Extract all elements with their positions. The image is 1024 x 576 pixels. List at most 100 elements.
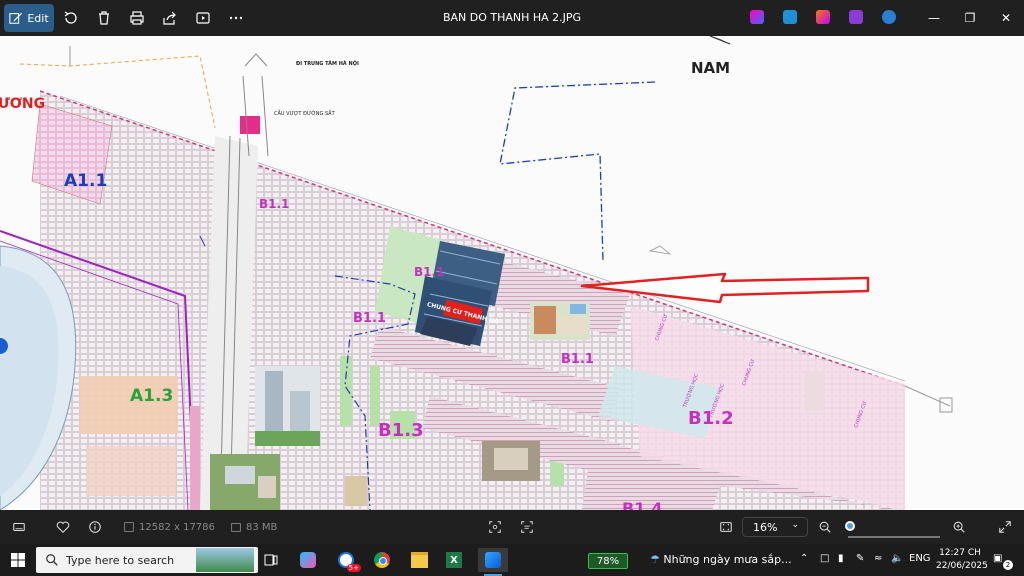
taskbar-chrome[interactable] [369,548,395,572]
taskbar-file-explorer[interactable] [406,548,432,572]
taskbar-zalo[interactable]: 5+ [333,548,361,572]
image-canvas[interactable]: CHUNG CƯ THANH HÀ A1.1 A1.3 B1.1 B1.1 B1… [0,36,1024,510]
clock-time: 12:27 CH [939,548,981,558]
expand-icon [999,521,1011,533]
photos-icon [485,552,501,568]
edit-icon [9,12,23,24]
zone-label-a13: A1.3 [130,386,173,406]
info-icon [89,521,101,533]
slideshow-button[interactable] [189,4,217,32]
image-dimensions: 12582 x 17786 [139,521,215,533]
weather-text: Những ngày mưa sắp... [663,553,792,566]
more-button[interactable] [222,4,250,32]
search-icon [46,554,58,566]
zone-label-b11-d: B1.1 [561,352,594,367]
notification-center-icon[interactable]: ▣ [993,553,1002,564]
close-button[interactable]: ✕ [996,8,1016,28]
scan-icon [489,521,501,533]
dimensions-icon [122,518,136,536]
printer-icon [130,11,144,25]
crop-button[interactable] [488,518,502,536]
filesize-icon [229,518,243,536]
zone-label-b13: B1.3 [378,420,424,441]
wifi-icon[interactable]: ≈ [874,553,882,564]
delete-button[interactable] [90,4,118,32]
fit-icon [720,522,732,532]
zone-label-a11: A1.1 [64,171,107,191]
zone-label-b11-c: B1.1 [353,311,386,326]
meet-now-icon[interactable]: □ [820,553,829,564]
direction-note: ĐI TRUNG TÂM HÀ NỘI [296,60,359,67]
rotate-button[interactable] [57,4,85,32]
compass-label: NAM [691,59,730,77]
heart-icon [56,521,70,533]
taskbar-search-input[interactable]: Type here to search [36,547,258,573]
favorite-button[interactable] [56,518,70,536]
left-edge-label: ƯƠNG [0,96,45,112]
fullscreen-button[interactable] [998,518,1012,536]
overpass-note: CẦU VƯỢT ĐƯỜNG SẮT [274,109,336,117]
maximize-button[interactable]: ❐ [960,8,980,28]
zoom-slider-thumb[interactable] [845,521,855,531]
play-icon [196,12,210,24]
zoom-level-dropdown[interactable]: 16% ⌄ [742,517,808,537]
zoom-slider-track[interactable] [848,536,940,538]
zoom-out-button[interactable] [818,518,832,536]
tower-render-2 [255,366,320,446]
pen-icon[interactable]: ✎ [856,553,864,564]
text-scan-icon [521,521,533,533]
edit-button[interactable]: Edit [4,4,54,32]
task-view-button[interactable] [258,548,284,572]
status-bar: 12582 x 17786 83 MB 16% ⌄ [0,510,1024,544]
zone-label-b11-a: B1.1 [259,197,289,211]
title-bar: Edit BAN DO THANH HA 2.JPG — ❐ ✕ [0,0,1024,36]
taskbar-photos[interactable] [478,548,508,572]
file-size: 83 MB [246,521,278,533]
share-icon [163,11,176,25]
weather-widget[interactable]: ☂ Những ngày mưa sắp... [650,553,792,566]
share-button[interactable] [156,4,184,32]
window-title: BAN DO THANH HA 2.JPG [442,11,582,24]
excel-icon: X [446,552,462,568]
zoom-in-button[interactable] [952,518,966,536]
print-button[interactable] [123,4,151,32]
search-placeholder: Type here to search [66,553,175,567]
copilot-icon[interactable] [750,10,764,24]
fit-to-window-button[interactable] [719,518,733,536]
minimize-button[interactable]: — [924,8,944,28]
school-render [530,302,590,340]
filmstrip-icon [13,522,25,532]
villa-render [482,441,540,481]
zoom-level-value: 16% [753,520,778,534]
battery-tray-icon[interactable]: ▮ [838,553,844,564]
copilot-app-icon [300,552,316,568]
battery-percent: 78% [596,555,620,567]
rotate-icon [64,11,77,24]
zoom-out-icon [819,521,831,533]
zoom-in-icon [953,521,965,533]
file-info-button[interactable] [88,518,102,536]
chevron-down-icon: ⌄ [791,520,799,530]
zone-label-b11-b: B1.1 [414,265,444,279]
chevron-up-icon[interactable]: ⌃ [800,553,808,564]
start-button[interactable] [5,548,31,572]
task-view-icon [264,554,278,566]
designer-icon[interactable] [783,10,797,24]
filmstrip-button[interactable] [12,518,26,536]
umbrella-icon: ☂ [650,553,660,566]
volume-icon[interactable]: 🔈 [891,553,903,564]
folder-icon [410,552,428,568]
text-recognition-button[interactable] [520,518,534,536]
battery-indicator[interactable]: 78% [588,553,628,569]
taskbar-excel[interactable]: X [441,548,467,572]
windows-taskbar: Type here to search 5+ X 78% ☂ Những ngà… [0,544,1024,576]
taskbar-copilot[interactable] [295,548,321,572]
language-indicator[interactable]: ENG [909,553,931,564]
system-clock[interactable]: 12:27 CH 22/06/2025 [936,547,988,573]
more-icon [229,16,243,20]
onedrive-icon[interactable] [882,10,896,24]
chrome-icon [374,552,390,568]
video-editor-icon[interactable] [849,10,863,24]
clipchamp-icon[interactable] [816,10,830,24]
windows-logo-icon [11,553,25,567]
